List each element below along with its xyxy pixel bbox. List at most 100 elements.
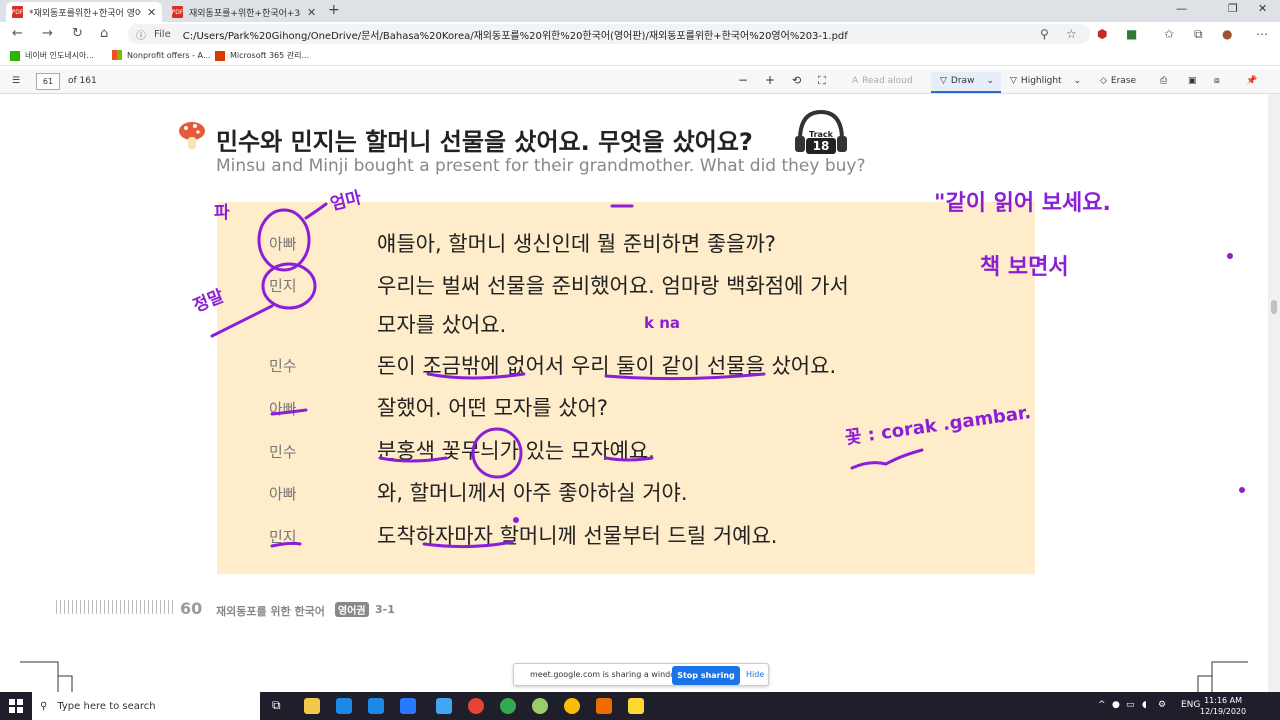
title-bar: PDF *재외동포를위한+한국어 영어 3 ✕ PDF 재외동포를+위한+한국어… — [0, 0, 1280, 22]
language-indicator[interactable]: ENG — [1181, 700, 1200, 710]
contents-icon[interactable]: ☰ — [12, 76, 20, 86]
pdf-page-viewport[interactable]: 민수와 민지는 할머니 선물을 샀어요. 무엇을 샀어요? Minsu and … — [0, 94, 1268, 692]
collections-icon[interactable]: ⧉ — [1194, 27, 1203, 42]
task-view-icon[interactable]: ⧉ — [272, 698, 288, 714]
tab-label: *재외동포를위한+한국어 영어 3 — [29, 8, 141, 19]
favorites-icon[interactable]: ✩ — [1164, 27, 1174, 41]
file-scheme-label: File — [154, 28, 171, 40]
naver-icon — [10, 50, 20, 61]
track-number: 18 — [806, 138, 836, 154]
reload-icon[interactable]: ↻ — [72, 26, 83, 41]
scrollbar[interactable] — [1268, 94, 1280, 692]
dialogue-line: 우리는 벌써 선물을 준비했어요. 엄마랑 백화점에 가서 — [377, 274, 849, 298]
rotate-icon[interactable]: ⟲ — [792, 74, 801, 87]
screen-share-bar: meet.google.com is sharing a window. Sto… — [513, 663, 769, 686]
mushroom-icon — [179, 122, 205, 149]
documents-icon[interactable] — [436, 698, 452, 714]
share-message: meet.google.com is sharing a window. — [530, 670, 684, 679]
highlight-button[interactable]: ▽ Highlight ⌄ — [1010, 76, 1081, 86]
chrome-icon[interactable] — [468, 698, 484, 714]
scrollbar-thumb[interactable] — [1271, 300, 1277, 314]
zoom-in-icon[interactable]: + — [765, 73, 775, 87]
speaker-label: 민지 — [269, 277, 297, 295]
dialogue-line: 얘들아, 할머니 생신인데 뭘 준비하면 좋을까? — [377, 232, 776, 256]
pin-icon[interactable]: 📌 — [1246, 76, 1257, 86]
zoom-icon[interactable]: ⚲ — [1040, 27, 1049, 41]
home-icon[interactable]: ⌂ — [100, 26, 108, 41]
tab-pdf-korean[interactable]: PDF 재외동포를+위한+한국어+3-1+ ✕ — [166, 2, 322, 22]
volume-icon[interactable]: ◖ — [1142, 700, 1147, 710]
network-icon[interactable]: ▭ — [1126, 700, 1135, 710]
fit-page-icon[interactable]: ⛶ — [818, 74, 826, 88]
page-heading-korean: 민수와 민지는 할머니 선물을 샀어요. 무엇을 샀어요? — [216, 128, 753, 156]
extension-icon[interactable]: ■ — [1126, 27, 1137, 41]
bookmark-nonprofit[interactable]: Nonprofit offers - A... — [112, 50, 210, 60]
close-icon[interactable]: ✕ — [307, 6, 316, 19]
avatar[interactable]: ● — [1222, 27, 1232, 41]
zoom-out-icon[interactable]: − — [738, 73, 748, 87]
chrome-alt-icon[interactable] — [564, 698, 580, 714]
close-window-icon[interactable]: ✕ — [1258, 2, 1267, 15]
app-yellow-icon[interactable] — [628, 698, 644, 714]
close-icon[interactable]: ✕ — [147, 6, 156, 19]
shield-extension-icon[interactable]: ⬢ — [1097, 27, 1107, 41]
chevron-down-icon[interactable]: ⌄ — [986, 76, 994, 86]
address-input[interactable]: ⓘ File C:/Users/Park%20Gihong/OneDrive/문… — [128, 24, 1090, 44]
maximize-icon[interactable]: ❐ — [1228, 2, 1238, 15]
dialogue-line: 와, 할머니께서 아주 좋아하실 거야. — [377, 481, 688, 505]
notifications-settings-icon[interactable]: ⚙ — [1158, 700, 1166, 710]
bookmark-naver[interactable]: 네이버 인도네시아... — [10, 50, 94, 61]
dialogue-line: 모자를 샀어요. — [377, 313, 507, 337]
microsoft-icon — [112, 50, 122, 60]
draw-button[interactable]: ▽ Draw ⌄ — [940, 76, 994, 86]
forward-icon[interactable]: → — [42, 26, 53, 41]
footer-badge: 영어권 — [335, 602, 369, 617]
minimize-icon[interactable]: — — [1176, 2, 1187, 15]
read-aloud-icon: A — [852, 76, 859, 86]
chrome-profile-icon[interactable] — [500, 698, 516, 714]
read-aloud-button[interactable]: A Read aloud — [852, 76, 913, 86]
app-orange-icon[interactable] — [596, 698, 612, 714]
erase-button[interactable]: ◇ Erase — [1100, 76, 1136, 86]
tab-pdf-english[interactable]: PDF *재외동포를위한+한국어 영어 3 ✕ — [6, 2, 163, 22]
file-explorer-icon[interactable] — [304, 698, 320, 714]
system-clock[interactable]: 11:16 AM 12/19/2020 — [1200, 695, 1246, 717]
speaker-label: 민수 — [269, 443, 297, 461]
favorite-star-icon[interactable]: ☆ — [1066, 27, 1077, 41]
new-tab-button[interactable]: + — [328, 2, 340, 18]
page-edge-barcode — [56, 600, 176, 614]
pdf-icon: PDF — [172, 6, 183, 18]
page-number-input[interactable]: 61 — [36, 73, 60, 90]
dialogue-line: 잘했어. 어떤 모자를 샀어? — [377, 396, 609, 420]
footer-volume: 3-1 — [375, 603, 395, 616]
more-menu-icon[interactable]: ⋯ — [1256, 27, 1268, 41]
mail-icon[interactable] — [336, 698, 352, 714]
back-icon[interactable]: ← — [12, 26, 23, 41]
chevron-down-icon[interactable]: ⌄ — [1074, 76, 1082, 86]
microphone-icon[interactable]: ● — [1112, 700, 1120, 710]
page-total: of 161 — [68, 76, 97, 86]
app-icon[interactable] — [532, 698, 548, 714]
dialogue-line: 도착하자마자 할머니께 선물부터 드릴 거예요. — [377, 524, 778, 548]
print-icon[interactable]: ⎙ — [1160, 76, 1167, 86]
office-icon — [215, 50, 225, 61]
speaker-label: 아빠 — [269, 400, 297, 418]
highlighter-icon: ▽ — [1010, 76, 1017, 86]
windows-start-icon[interactable] — [9, 699, 23, 713]
page-number: 60 — [180, 599, 203, 618]
calendar-icon[interactable] — [368, 698, 384, 714]
hide-button[interactable]: Hide — [746, 670, 764, 679]
tray-chevron-icon[interactable]: ^ — [1098, 700, 1106, 710]
tab-label: 재외동포를+위한+한국어+3-1+ — [189, 8, 301, 19]
save-as-icon[interactable]: ⧈ — [1214, 76, 1220, 86]
dialogue-line: 돈이 조금밖에 없어서 우리 둘이 같이 선물을 샀어요. — [377, 354, 837, 378]
address-bar-row: ← → ↻ ⌂ ⓘ File C:/Users/Park%20Gihong/On… — [0, 22, 1280, 46]
bookmark-m365[interactable]: Microsoft 365 관리... — [215, 50, 309, 61]
speaker-label: 민지 — [269, 528, 297, 546]
ink-dot-1 — [1227, 253, 1233, 259]
taskbar-search-input[interactable]: ⚲ Type here to search — [32, 692, 260, 720]
todo-icon[interactable] — [400, 698, 416, 714]
save-icon[interactable]: ▣ — [1188, 76, 1197, 86]
stop-sharing-button[interactable]: Stop sharing — [672, 666, 740, 685]
url-text: C:/Users/Park%20Gihong/OneDrive/문서/Bahas… — [182, 30, 848, 42]
